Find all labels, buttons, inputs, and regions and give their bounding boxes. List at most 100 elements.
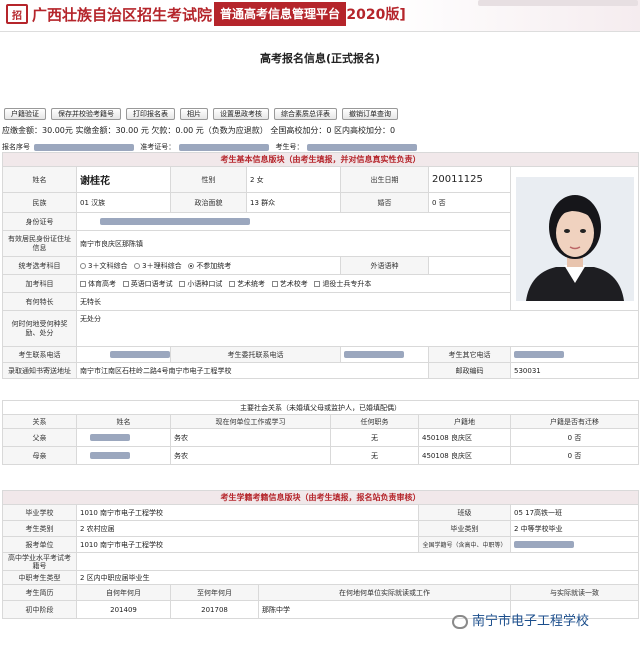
save-validate-button[interactable]: 保存并校验考籍号: [51, 108, 121, 120]
chk-lang[interactable]: [179, 280, 186, 287]
extra-lang: 小语种口试: [187, 279, 223, 288]
skill-value: 无特长: [76, 292, 511, 311]
radio-science[interactable]: [134, 262, 141, 269]
hs-label: 高中学业水平考试考籍号: [2, 552, 77, 571]
revoke-order-button[interactable]: 撤销订单查询: [342, 108, 398, 120]
extra-art-school: 艺术校考: [279, 279, 308, 288]
zip-value: 530031: [509, 362, 640, 379]
marital-label: 婚否: [340, 192, 429, 213]
unit-value: 1010 南宁市电子工程学校: [76, 536, 419, 553]
institute-title: 广西壮族自治区招生考试院: [32, 6, 213, 24]
subject-options: 3＋文科综合 3＋理科综合 不参加统考: [76, 256, 341, 275]
extra-oral: 英语口语考试: [130, 279, 173, 288]
birth-label: 出生日期: [340, 166, 429, 193]
quality-eval-button[interactable]: 综合素质总评表: [274, 108, 337, 120]
verify-household-button[interactable]: 户籍验证: [4, 108, 46, 120]
extra-veteran: 退役士兵专升本: [322, 279, 372, 288]
family-header-name: 姓名: [76, 414, 171, 429]
guardian-phone-label: 考生委托联系电话: [170, 346, 341, 363]
family-header-move: 户籍是否有迁移: [510, 414, 639, 429]
table-row: 父亲 务农 无 450108 良庆区 0 否: [2, 428, 639, 447]
grad-label: 毕业类别: [418, 520, 511, 537]
watermark-text: 南宁市电子工程学校: [472, 614, 590, 629]
chk-oral[interactable]: [122, 280, 129, 287]
fee-summary: 应缴金额：30.00元 实缴金额：30.00 元 欠款：0.00 元（负数为应退…: [2, 126, 396, 135]
family-work: 务农: [170, 446, 331, 465]
chk-veteran[interactable]: [314, 280, 321, 287]
chk-pe[interactable]: [80, 280, 86, 287]
family-hj: 450108 良庆区: [418, 428, 511, 447]
radio-none[interactable]: [188, 262, 195, 269]
politics-label: 政治面貌: [170, 192, 247, 213]
politics-value: 13 群众: [246, 192, 341, 213]
family-hj: 450108 良庆区: [418, 446, 511, 465]
name-label: 姓名: [2, 166, 77, 193]
masked-other-phone: [514, 351, 564, 358]
masked-exam-id: [179, 143, 270, 151]
wechat-watermark: 南宁市电子工程学校: [452, 610, 589, 629]
nation-label: 民族: [2, 192, 77, 213]
resume-from: 201409: [76, 600, 171, 619]
other-phone-label: 考生其它电话: [428, 346, 511, 363]
photo-cell: [509, 166, 640, 311]
address-label: 有效居民身份证住址信息: [2, 230, 77, 257]
print-form-button[interactable]: 打印报名表: [126, 108, 175, 120]
family-rel: 父亲: [2, 428, 77, 447]
grad-value: 2 中等学校毕业: [510, 520, 639, 537]
school-value: 1010 南宁市电子工程学校: [76, 504, 419, 521]
birth-value: 20011125: [428, 166, 511, 193]
photo-button[interactable]: 相片: [180, 108, 208, 120]
option-science: 3＋理科综合: [142, 261, 182, 270]
class-value: 05 17高铁一班: [510, 504, 639, 521]
nation-value: 01 汉族: [76, 192, 171, 213]
family-work: 务农: [170, 428, 331, 447]
gender-label: 性别: [170, 166, 247, 193]
family-header-post: 任何职务: [330, 414, 419, 429]
address-value: 南宁市良庆区那陈镇: [76, 230, 511, 257]
resume-header-stage: 考生简历: [2, 584, 77, 601]
subject-label: 统考选考科目: [2, 256, 77, 275]
mail-label: 录取通知书寄送地址: [2, 362, 77, 379]
vs-label: 中职考生类型: [2, 570, 77, 585]
blurred-header-info: [478, 0, 638, 6]
xjh-value: [510, 536, 639, 553]
radio-arts[interactable]: [80, 262, 86, 269]
exam-institute-logo: 招: [6, 4, 28, 24]
basic-section-title: 考生基本信息版块（由考生填报，并对信息真实性负责）: [1, 152, 640, 167]
option-arts: 3＋文科综合: [88, 261, 128, 270]
version-label: [2020版]: [340, 7, 406, 23]
foreign-value: [428, 256, 511, 275]
masked-reg-number: [34, 143, 134, 151]
chk-art-school[interactable]: [271, 280, 278, 287]
masked-ksh: [307, 143, 418, 151]
exam-id-label: 准考证号：: [140, 143, 176, 151]
family-move: 0 否: [510, 446, 639, 465]
family-title: 主要社会关系（未婚填父母或监护人，已婚填配偶）: [2, 400, 639, 415]
unit-label: 报考单位: [2, 536, 77, 553]
skill-label: 有何特长: [2, 292, 77, 311]
option-none: 不参加统考: [196, 261, 232, 270]
masked-family-name: [90, 452, 130, 459]
study-section-title: 考生学籍考籍信息版块（由考生填报，报名站负责审核）: [2, 490, 639, 505]
extra-label: 加考科目: [2, 274, 77, 293]
masked-idcard: [100, 218, 250, 225]
chk-art[interactable]: [229, 280, 236, 287]
extra-options: 体育高考 英语口语考试 小语种口试 艺术统考 艺术校考 退役士兵专升本: [76, 274, 511, 293]
reward-value: 无处分: [75, 310, 640, 347]
phone-label: 考生联系电话: [2, 346, 77, 363]
ideology-button[interactable]: 设置思政考核: [213, 108, 269, 120]
family-rel: 母亲: [2, 446, 77, 465]
name-value: 谢桂花: [76, 166, 171, 193]
id-line: 报名序号 准考证号： 考生号：: [2, 142, 421, 152]
family-move: 0 否: [510, 428, 639, 447]
resume-header-match: 与实际就读一致: [510, 584, 639, 601]
ksh-label: 考生号：: [275, 143, 304, 151]
idcard-value: [76, 212, 511, 231]
type-label: 考生类别: [2, 520, 77, 537]
reg-number-label: 报名序号: [2, 143, 30, 151]
resume-header-from: 自何年何月: [76, 584, 171, 601]
wechat-icon: [452, 614, 468, 629]
study-table: 考生学籍考籍信息版块（由考生填报，报名站负责审核） 毕业学校 1010 南宁市电…: [2, 490, 639, 619]
school-label: 毕业学校: [2, 504, 77, 521]
resume-header-place: 在何地何单位实际就读或工作: [258, 584, 511, 601]
